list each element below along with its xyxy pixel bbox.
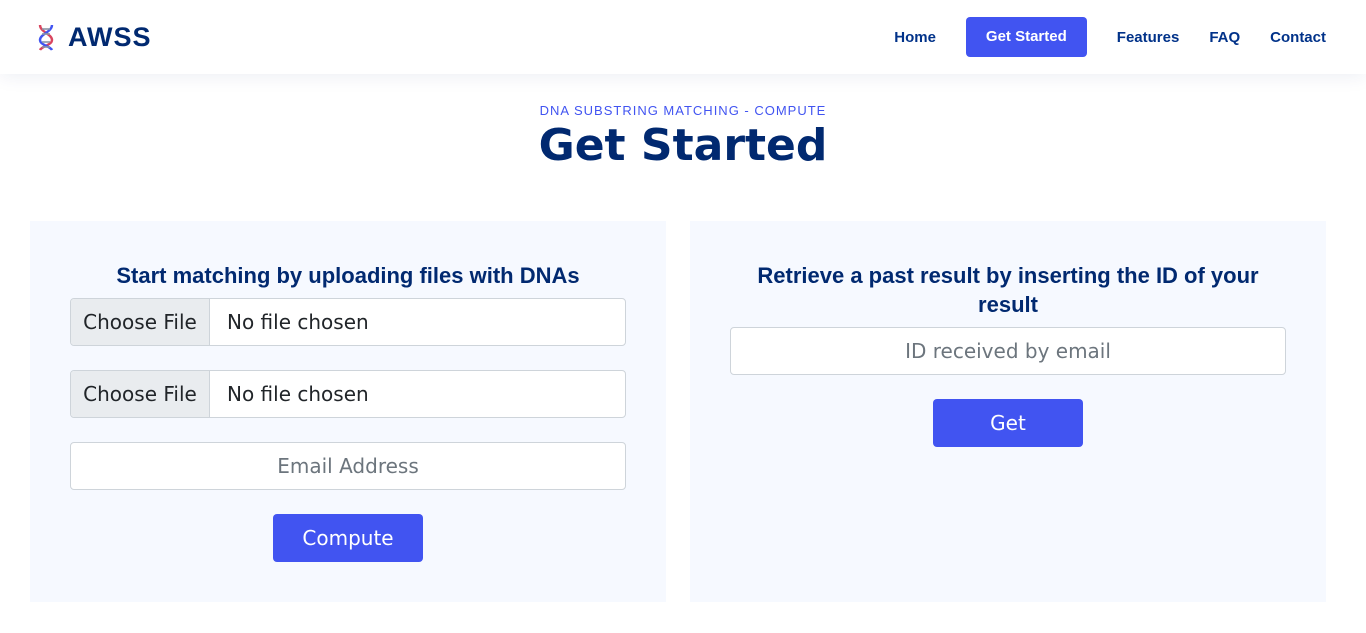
main-nav: Home Get Started Features FAQ Contact [894,17,1326,57]
email-field[interactable] [70,442,626,490]
nav-features[interactable]: Features [1117,29,1180,46]
retrieve-card-heading: Retrieve a past result by inserting the … [757,263,1259,317]
upload-card: Start matching by uploading files with D… [30,221,666,602]
retrieve-card: Retrieve a past result by inserting the … [690,221,1326,602]
choose-file-button-2[interactable]: Choose File [71,371,210,417]
dna-icon [34,22,58,52]
logo[interactable]: AWSS [34,22,152,52]
nav-get-started[interactable]: Get Started [965,17,1087,57]
page-title: Get Started [538,120,828,171]
site-header: AWSS Home Get Started Features FAQ Conta… [0,0,1366,74]
choose-file-button-1[interactable]: Choose File [71,299,210,345]
upload-card-heading: Start matching by uploading files with D… [116,263,580,288]
file-status-2: No file chosen [227,382,369,406]
file-status-1: No file chosen [227,310,369,334]
result-id-field[interactable] [730,327,1286,375]
get-button[interactable]: Get [933,399,1083,447]
dna-file-input-1[interactable]: Choose File No file chosen [70,298,626,346]
section-subtitle: DNA SUBSTRING MATCHING - COMPUTE [539,103,827,118]
logo-text: AWSS [68,21,152,52]
nav-home[interactable]: Home [894,29,936,46]
dna-file-input-2[interactable]: Choose File No file chosen [70,370,626,418]
nav-faq[interactable]: FAQ [1209,29,1240,46]
compute-button[interactable]: Compute [273,514,423,562]
nav-contact[interactable]: Contact [1270,29,1326,46]
